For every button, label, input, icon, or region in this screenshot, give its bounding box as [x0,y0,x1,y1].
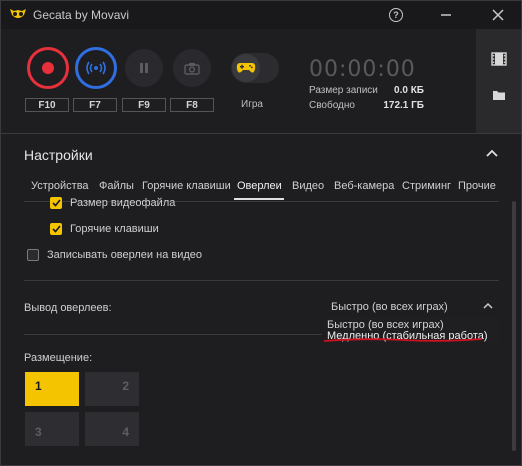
stream-button[interactable] [75,47,117,89]
option-file-size[interactable]: Размер видеофайла [50,197,175,209]
settings-scrollbar[interactable] [511,201,517,451]
overlay-output-selected: Быстро (во всех играх) [331,301,448,313]
film-icon [491,52,507,66]
title-bar: Gecata by Movavi ? [1,1,521,29]
tab-streaming[interactable]: Стриминг [402,180,451,192]
free-space-label: Свободно [309,100,355,111]
tab-video[interactable]: Видео [292,180,324,192]
side-panel [476,29,521,133]
minimize-button[interactable] [429,1,463,29]
checkbox-file-size[interactable] [50,197,62,209]
close-icon [492,9,504,21]
options-divider [24,280,499,281]
option-hotkeys[interactable]: Горячие клавиши [50,223,159,235]
placement-label: Размещение: [24,352,93,364]
option-record-overlays-label: Записывать оверлеи на видео [47,249,203,261]
overlay-output-select[interactable]: Быстро (во всех играх) [327,298,499,316]
game-mode-toggle[interactable] [231,53,279,83]
checkbox-record-overlays[interactable] [27,249,39,261]
chevron-up-icon[interactable] [483,145,501,163]
active-tab-indicator [234,198,284,200]
free-space-value: 172.1 ГБ [383,100,424,111]
tab-files[interactable]: Файлы [99,180,134,192]
window-title: Gecata by Movavi [33,8,130,22]
record-button[interactable] [27,47,69,89]
tab-other[interactable]: Прочие [458,180,496,192]
minimize-icon [441,14,451,16]
placement-cell-1[interactable]: 1 [25,372,79,406]
tab-overlays[interactable]: Оверлеи [237,180,282,192]
pause-button[interactable] [125,49,163,87]
video-library-button[interactable] [484,46,514,72]
section-divider [1,133,521,134]
overlay-output-label: Вывод оверлеев: [24,302,112,314]
game-mode-knob [232,54,260,82]
placement-cell-4[interactable]: 4 [85,412,139,446]
app-window: Gecata by Movavi ? F10 F7 F9 F8 Игра 00:… [0,0,522,466]
checkmark-icon [51,199,61,207]
pause-hotkey: F9 [122,98,166,112]
record-hotkey: F10 [25,98,69,112]
tab-hotkeys[interactable]: Горячие клавиши [142,180,231,192]
tab-devices[interactable]: Устройства [31,180,89,192]
record-size-label: Размер записи [309,85,378,96]
option-file-size-label: Размер видеофайла [70,197,176,209]
output-divider [24,334,322,335]
pause-icon [140,63,148,73]
option-record-overlays[interactable]: Записывать оверлеи на видео [27,249,202,261]
placement-cell-3[interactable]: 3 [25,412,79,446]
capture-panel: F10 F7 F9 F8 Игра 00:00:00 Размер записи… [1,29,476,133]
record-icon [42,62,54,74]
camera-icon [184,62,200,75]
settings-title: Настройки [24,147,93,163]
scrollbar-thumb[interactable] [512,201,516,451]
help-icon: ? [389,8,403,22]
screenshot-hotkey: F8 [170,98,214,112]
screenshot-button[interactable] [173,49,211,87]
stream-hotkey: F7 [73,98,117,112]
tab-webcam[interactable]: Веб-камера [334,180,394,192]
placement-cell-2[interactable]: 2 [85,372,139,406]
checkmark-icon [51,225,61,233]
close-button[interactable] [481,1,515,29]
chevron-up-icon [483,302,493,309]
open-folder-button[interactable] [484,82,514,108]
red-underline-annotation [323,338,483,342]
stream-icon [86,61,106,75]
record-timer: 00:00:00 [309,57,416,82]
record-size-value: 0.0 КБ [394,85,424,96]
option-hotkeys-label: Горячие клавиши [70,223,159,235]
folder-icon [493,91,505,100]
game-mode-label: Игра [241,99,263,110]
owl-logo-icon [10,9,26,18]
help-button[interactable]: ? [379,1,413,29]
gamepad-icon [236,63,256,73]
checkbox-hotkeys[interactable] [50,223,62,235]
